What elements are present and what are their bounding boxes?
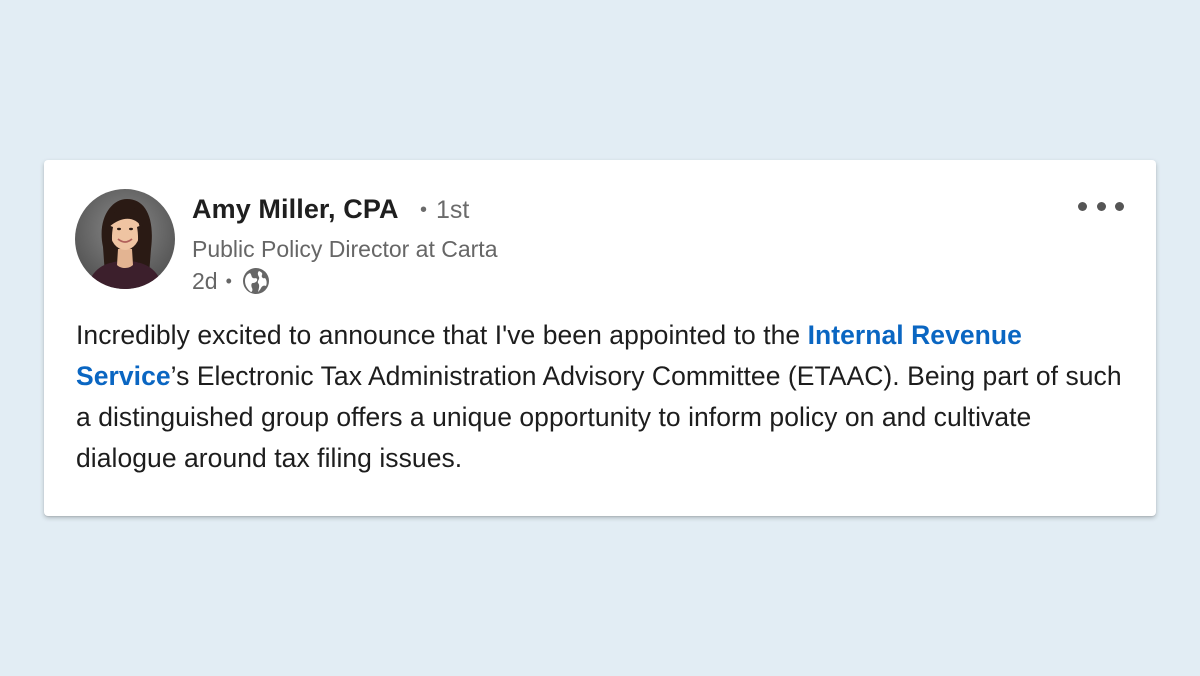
more-horizontal-icon-dot [1115, 201, 1124, 211]
post-card: Amy Miller, CPA • 1st Public Policy Direc… [44, 160, 1156, 516]
post-text-rest: ’s Electronic Tax Administration Advisor… [76, 361, 1122, 473]
connection-separator: • [420, 199, 428, 221]
connection-degree-label: 1st [436, 196, 470, 224]
profile-photo [75, 189, 175, 289]
more-options-button[interactable] [1078, 198, 1124, 214]
more-horizontal-icon [1078, 201, 1087, 211]
post-meta: 2d • [192, 266, 271, 296]
post-body: Incredibly excited to announce that I've… [76, 315, 1136, 479]
more-horizontal-icon-dot [1096, 201, 1106, 211]
globe-icon [241, 266, 271, 296]
author-headline: Public Policy Director at Carta [192, 236, 498, 262]
author-avatar[interactable] [75, 189, 175, 289]
meta-separator: • [225, 270, 232, 291]
author-name[interactable]: Amy Miller, CPA [192, 194, 399, 225]
connection-degree: • 1st [420, 196, 469, 225]
post-text-start: Incredibly excited to announce that I've… [76, 320, 808, 350]
post-time[interactable]: 2d [192, 268, 218, 295]
